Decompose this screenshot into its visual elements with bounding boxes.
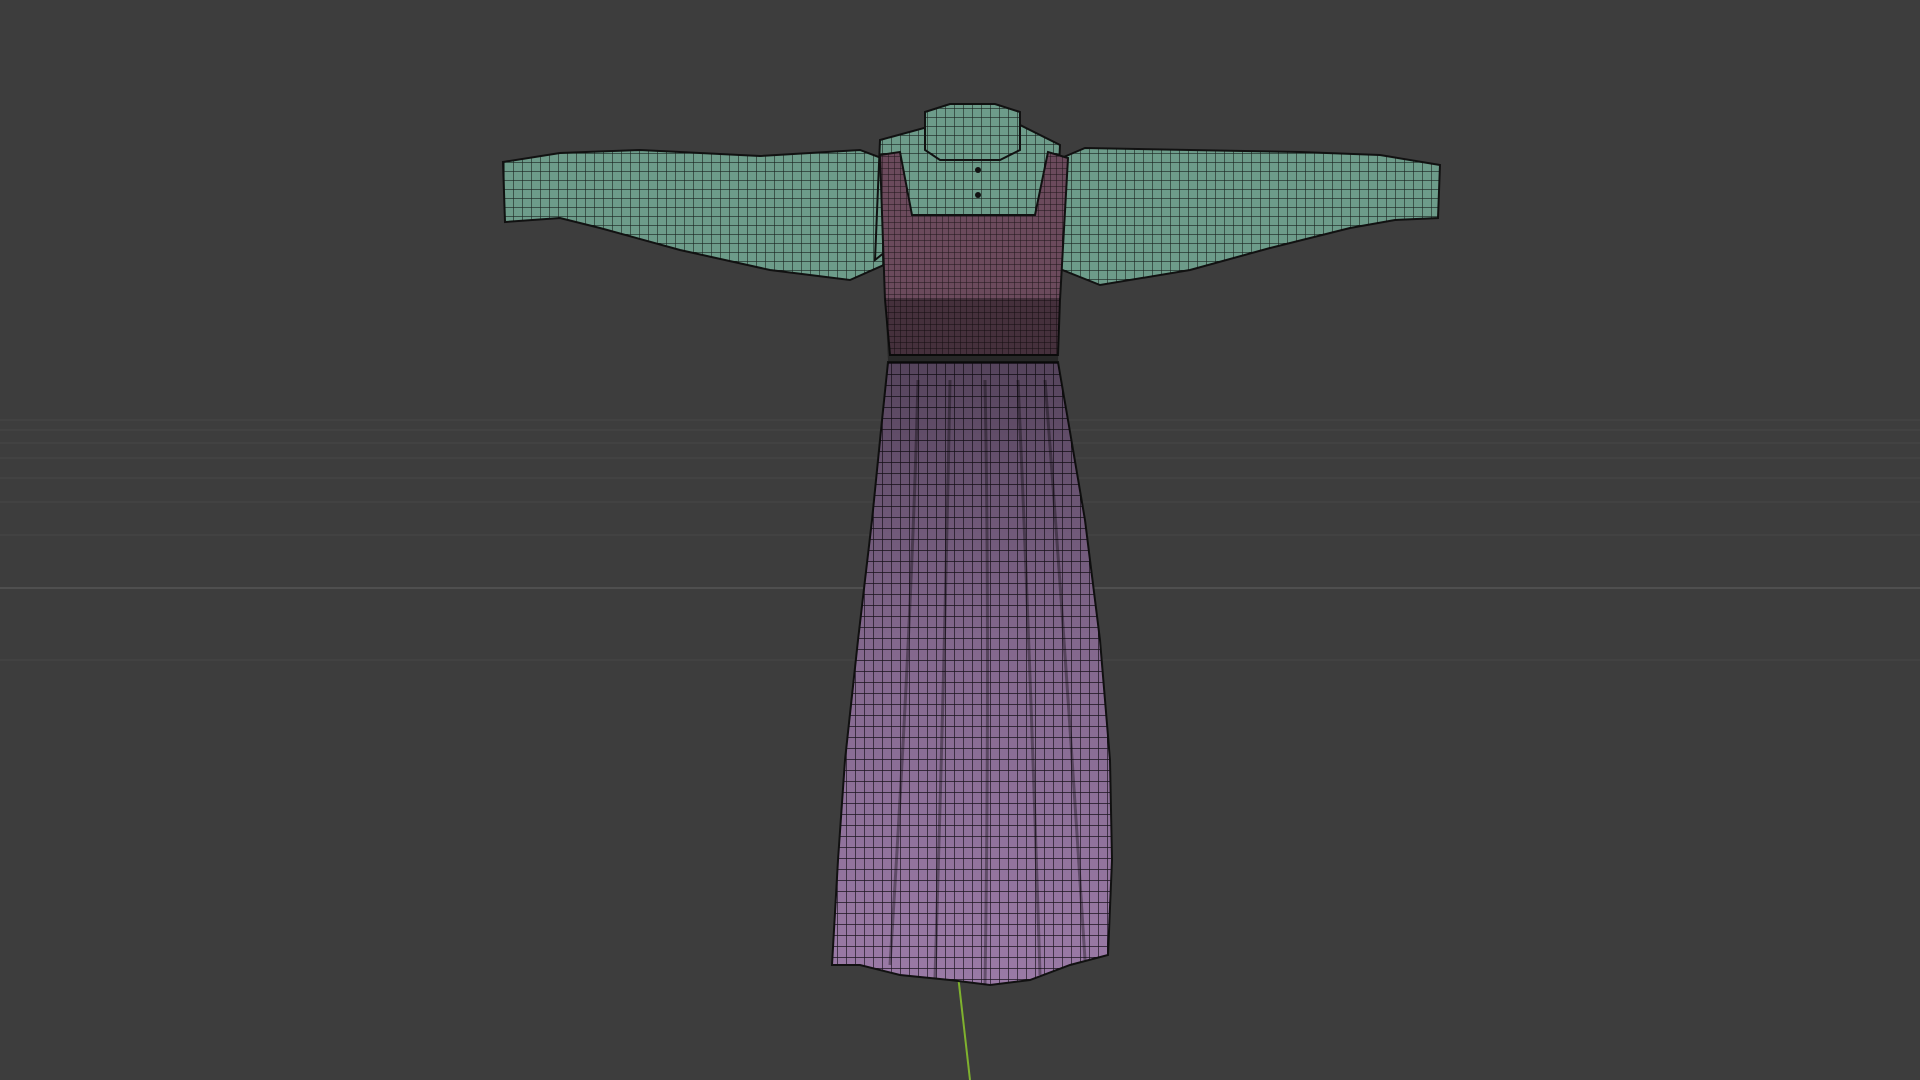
y-axis-line — [957, 974, 971, 1080]
bodice-shirring — [885, 298, 1060, 362]
collar[interactable] — [924, 103, 1021, 161]
3d-viewport[interactable] — [0, 0, 1920, 1080]
right-sleeve[interactable] — [1043, 146, 1442, 287]
skirt-mesh[interactable] — [830, 361, 1114, 987]
left-sleeve[interactable] — [501, 148, 902, 282]
